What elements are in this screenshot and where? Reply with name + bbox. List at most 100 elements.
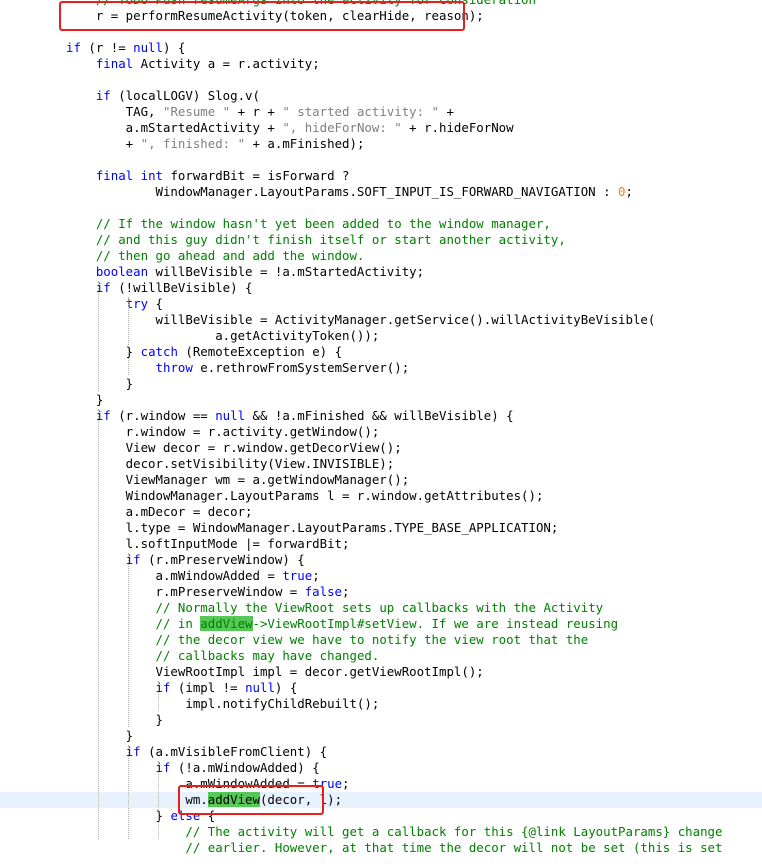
code-token: + r.hideForNow — [401, 120, 514, 135]
code-line[interactable]: // the decor view we have to notify the … — [0, 632, 762, 648]
code-line[interactable]: if (impl != null) { — [0, 680, 762, 696]
code-token: final — [95, 56, 134, 71]
code-line[interactable]: // then go ahead and add the window. — [0, 248, 762, 264]
code-line[interactable]: // and this guy didn't finish itself or … — [0, 232, 762, 248]
code-line[interactable]: + ", finished: " + a.mFinished); — [0, 136, 762, 152]
code-line[interactable]: a.mStartedActivity + ", hideForNow: " + … — [0, 120, 762, 136]
code-token: } — [66, 344, 141, 359]
code-line[interactable]: final Activity a = r.activity; — [0, 56, 762, 72]
code-token: + — [439, 104, 454, 119]
code-token: a.mDecor = decor; — [66, 504, 253, 519]
code-line[interactable]: ViewRootImpl impl = decor.getViewRootImp… — [0, 664, 762, 680]
code-line[interactable]: final int forwardBit = isForward ? — [0, 168, 762, 184]
code-line[interactable]: wm.addView(decor, l); — [0, 792, 762, 808]
code-token: ", hideForNow: " — [282, 120, 402, 135]
code-line[interactable]: WindowManager.LayoutParams.SOFT_INPUT_IS… — [0, 184, 762, 200]
code-line[interactable]: WindowManager.LayoutParams l = r.window.… — [0, 488, 762, 504]
code-token: && !a.mFinished && willBeVisible) { — [245, 408, 514, 423]
code-line[interactable]: // earlier. However, at that time the de… — [0, 840, 762, 856]
code-line[interactable] — [0, 72, 762, 88]
code-line[interactable]: // in addView->ViewRootImpl#setView. If … — [0, 616, 762, 632]
code-token: // The activity will get a callback for … — [185, 824, 723, 839]
code-editor[interactable]: // TODO Push resumeArgs into the activit… — [0, 0, 762, 864]
code-line[interactable]: impl.notifyChildRebuilt(); — [0, 696, 762, 712]
code-line[interactable]: boolean willBeVisible = !a.mStartedActiv… — [0, 264, 762, 280]
code-line[interactable] — [0, 24, 762, 40]
code-line[interactable]: TAG, "Resume " + r + " started activity:… — [0, 104, 762, 120]
code-token: } — [66, 808, 171, 823]
code-line[interactable]: r = performResumeActivity(token, clearHi… — [0, 8, 762, 24]
code-line[interactable]: ViewManager wm = a.getWindowManager(); — [0, 472, 762, 488]
code-line[interactable]: r.window = r.activity.getWindow(); — [0, 424, 762, 440]
code-line[interactable]: } — [0, 712, 762, 728]
code-line[interactable]: if (!willBeVisible) { — [0, 280, 762, 296]
code-token: ", finished: " — [140, 136, 246, 151]
code-line[interactable]: try { — [0, 296, 762, 312]
code-line[interactable]: if (a.mVisibleFromClient) { — [0, 744, 762, 760]
code-line[interactable]: } — [0, 728, 762, 744]
code-line[interactable]: a.getActivityToken()); — [0, 328, 762, 344]
code-line[interactable]: } — [0, 392, 762, 408]
code-line[interactable]: if (r.window == null && !a.mFinished && … — [0, 408, 762, 424]
code-token: ->ViewRootImpl#setView. If we are instea… — [252, 616, 619, 631]
code-line[interactable]: l.type = WindowManager.LayoutParams.TYPE… — [0, 520, 762, 536]
code-token: " started activity: " — [282, 104, 439, 119]
code-line[interactable]: View decor = r.window.getDecorView(); — [0, 440, 762, 456]
code-token: r.mPreserveWindow = — [66, 584, 305, 599]
code-token: willBeVisible = ActivityManager.getServi… — [66, 312, 656, 327]
code-line[interactable] — [0, 200, 762, 216]
code-token: false — [304, 584, 343, 599]
code-token: if — [95, 88, 111, 103]
code-line[interactable]: r.mPreserveWindow = false; — [0, 584, 762, 600]
code-token: e.rethrowFromSystemServer(); — [192, 360, 410, 375]
code-token: ; — [342, 776, 350, 791]
code-token: } — [66, 728, 134, 743]
code-token: catch — [140, 344, 178, 359]
code-token: final — [95, 168, 134, 183]
code-line[interactable]: a.mWindowAdded = true; — [0, 568, 762, 584]
code-area[interactable]: // TODO Push resumeArgs into the activit… — [0, 0, 762, 856]
code-token: willBeVisible = !a.mStartedActivity; — [148, 264, 425, 279]
code-line[interactable]: willBeVisible = ActivityManager.getServi… — [0, 312, 762, 328]
code-token: ViewManager wm = a.getWindowManager(); — [66, 472, 410, 487]
code-line[interactable]: // callbacks may have changed. — [0, 648, 762, 664]
code-line[interactable]: } catch (RemoteException e) { — [0, 344, 762, 360]
code-line[interactable]: // The activity will get a callback for … — [0, 824, 762, 840]
code-line[interactable]: } — [0, 376, 762, 392]
code-token: // earlier. However, at that time the de… — [185, 840, 723, 855]
code-line[interactable]: if (!a.mWindowAdded) { — [0, 760, 762, 776]
code-token: ; — [312, 568, 320, 583]
code-line[interactable]: // If the window hasn't yet been added t… — [0, 216, 762, 232]
code-token: { — [200, 808, 216, 823]
code-token: { — [148, 296, 163, 311]
code-token: (localLOGV) Slog.v( — [110, 88, 260, 103]
code-line[interactable]: if (r != null) { — [0, 40, 762, 56]
code-line[interactable]: decor.setVisibility(View.INVISIBLE); — [0, 456, 762, 472]
code-token: l.type = WindowManager.LayoutParams.TYPE… — [66, 520, 559, 535]
code-line[interactable]: if (localLOGV) Slog.v( — [0, 88, 762, 104]
code-line[interactable]: a.mDecor = decor; — [0, 504, 762, 520]
code-line[interactable]: } else { — [0, 808, 762, 824]
code-line[interactable]: a.mWindowAdded = true; — [0, 776, 762, 792]
code-token: null — [215, 408, 246, 423]
code-token: } — [66, 712, 163, 727]
code-token: WindowManager.LayoutParams.SOFT_INPUT_IS… — [66, 184, 619, 199]
code-line[interactable]: // Normally the ViewRoot sets up callbac… — [0, 600, 762, 616]
code-line[interactable]: throw e.rethrowFromSystemServer(); — [0, 360, 762, 376]
code-line[interactable]: // TODO Push resumeArgs into the activit… — [0, 0, 762, 8]
code-token: } — [66, 376, 134, 391]
code-token: (decor, l); — [259, 792, 343, 807]
code-token: Activity a = r.activity; — [133, 56, 320, 71]
code-token: if — [66, 40, 81, 55]
highlighted-token: addView — [207, 792, 260, 807]
code-line[interactable]: if (r.mPreserveWindow) { — [0, 552, 762, 568]
code-line[interactable] — [0, 152, 762, 168]
code-token: (!a.mWindowAdded) { — [170, 760, 320, 775]
code-token: // the decor view we have to notify the … — [155, 632, 589, 647]
code-line[interactable]: l.softInputMode |= forwardBit; — [0, 536, 762, 552]
